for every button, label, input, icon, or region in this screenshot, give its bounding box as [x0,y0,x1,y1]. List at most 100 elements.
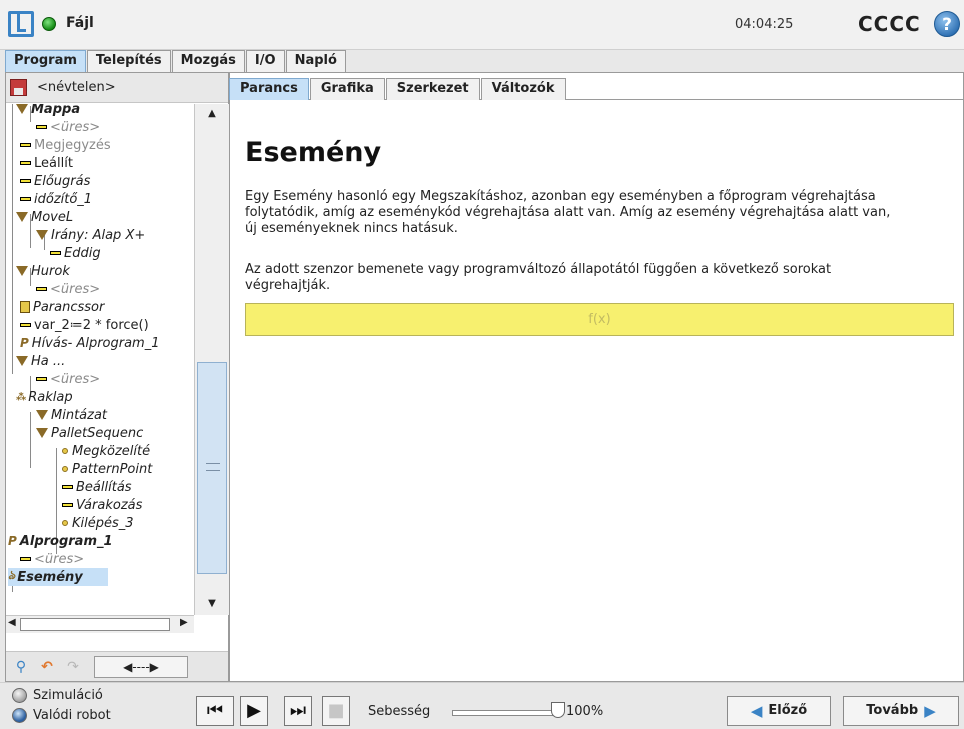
program-name: <névtelen> [37,80,116,95]
list-item[interactable]: Megközelíté [62,442,150,460]
speed-label: Sebesség [368,704,431,719]
list-item[interactable]: Parancssor [20,298,104,316]
arrow-right-icon: ▶ [924,702,936,720]
tab-command[interactable]: Parancs [229,78,309,100]
list-item-selected[interactable]: ঌ Esemény [8,568,108,586]
tab-graphics[interactable]: Grafika [309,78,385,100]
move-node-button[interactable]: ◀----▶ [94,655,188,678]
popup-bar-icon [20,179,31,183]
speed-slider-thumb[interactable] [551,702,565,718]
radio-on-icon [12,708,27,723]
play-button[interactable]: ▶ [240,696,268,726]
step-button[interactable]: ⏭ [284,696,312,726]
robot-status-icon [42,17,56,31]
scroll-down-icon[interactable]: ▼ [195,595,229,613]
scroll-thumb[interactable] [197,362,227,574]
sub-tabs: Parancs Grafika Szerkezet Változók [229,78,964,100]
tree-horizontal-scrollbar[interactable]: ◀ ▶ [6,615,194,633]
expression-field[interactable]: f(x) [245,303,954,336]
waypoint-dot-icon [62,466,68,472]
previous-button[interactable]: ◀ Előző [727,696,831,726]
list-item[interactable]: Mappa [16,104,80,118]
empty-bar-icon [36,377,47,381]
help-icon[interactable]: ? [934,11,960,37]
loop-triangle-icon [16,266,28,276]
sequence-triangle-icon [36,428,48,438]
mode-simulation[interactable]: Szimuláció [12,688,103,703]
description-condition: Az adott szenzor bemenete vagy programvá… [245,262,832,293]
movel-triangle-icon [16,212,28,222]
list-item[interactable]: MoveL [16,208,73,226]
redo-icon[interactable]: ↷ [62,656,84,678]
list-item[interactable]: időzítő_1 [20,190,92,208]
list-item[interactable]: Hurok [16,262,70,280]
list-item[interactable]: PalletSequenc [36,424,143,442]
list-item[interactable]: Irány: Alap X+ [36,226,145,244]
robot-name: CCCC [858,12,921,36]
script-icon [20,301,30,313]
list-item[interactable]: Leállít [20,154,73,172]
list-item[interactable]: <üres> [20,550,84,568]
scroll-up-icon[interactable]: ▲ [195,105,229,123]
description: Egy Esemény hasonló egy Megszakításhoz, … [245,189,891,236]
tab-installation[interactable]: Telepítés [86,50,171,72]
list-item[interactable]: Ha ... [16,352,65,370]
rewind-button[interactable]: ⏮ [196,696,234,726]
speed-value: 100% [566,704,604,719]
ur-logo-icon [8,11,34,37]
speed-slider[interactable] [452,710,562,716]
list-item[interactable]: Eddig [50,244,101,262]
list-item[interactable]: P Hívás- Alprogram_1 [20,334,160,352]
tab-io[interactable]: I/O [245,50,285,72]
tab-program[interactable]: Program [5,50,86,72]
list-item[interactable]: <üres> [36,118,100,136]
next-button[interactable]: Tovább ▶ [843,696,959,726]
scroll-left-icon[interactable]: ◀ [8,617,16,628]
tab-move[interactable]: Mozgás [171,50,245,72]
stop-button[interactable]: ■ [322,696,350,726]
search-icon[interactable]: ⚲ [10,656,32,678]
event-icon: ঌ [8,568,16,582]
list-item[interactable]: ⁂ Raklap [16,388,73,406]
save-icon[interactable] [10,79,27,96]
mode-real-robot[interactable]: Valódi robot [12,708,111,723]
footer-bar: Szimuláció Valódi robot ⏮ ▶ ⏭ ■ Sebesség… [0,682,964,729]
undo-icon[interactable]: ↶ [36,656,58,678]
scroll-right-icon[interactable]: ▶ [180,617,188,628]
tree-vertical-scrollbar[interactable]: ▲ ▼ [194,104,229,615]
set-bar-icon [62,485,73,489]
list-item[interactable]: <üres> [36,280,100,298]
list-item[interactable]: <üres> [36,370,100,388]
clock: 04:04:25 [735,17,794,32]
list-item[interactable]: Kilépés_3 [62,514,134,532]
wait-bar-icon [62,503,73,507]
file-menu[interactable]: Fájl [66,15,94,31]
program-tree: Mappa <üres> Megjegyzés Leállít Előugrás… [6,104,194,615]
list-item[interactable]: Beállítás [62,478,132,496]
pallet-icon: ⁂ [16,391,27,403]
list-item[interactable]: var_2≔2 * force() [20,316,149,334]
assignment-bar-icon [20,323,31,327]
arrow-left-icon: ◀ [750,702,763,720]
list-item[interactable]: P Alprogram_1 [8,532,113,550]
waypoint-dot-icon [62,520,68,526]
timer-bar-icon [20,197,31,201]
scroll-thumb-horizontal[interactable] [20,618,170,631]
main-tabs: Program Telepítés Mozgás I/O Napló [5,50,347,72]
until-bar-icon [50,251,61,255]
if-triangle-icon [16,356,28,366]
direction-triangle-icon [36,230,48,240]
list-item[interactable]: PatternPoint [62,460,152,478]
list-item[interactable]: Várakozás [62,496,142,514]
list-item[interactable]: Megjegyzés [20,136,111,154]
page-title: Esemény [245,137,382,168]
waypoint-dot-icon [62,448,68,454]
empty-bar-icon [36,287,47,291]
list-item[interactable]: Előugrás [20,172,90,190]
tab-log[interactable]: Napló [285,50,346,72]
list-item[interactable]: Mintázat [36,406,107,424]
pattern-triangle-icon [36,410,48,420]
tab-variables[interactable]: Változók [480,78,566,100]
comment-bar-icon [20,143,31,147]
tab-structure[interactable]: Szerkezet [385,78,480,100]
